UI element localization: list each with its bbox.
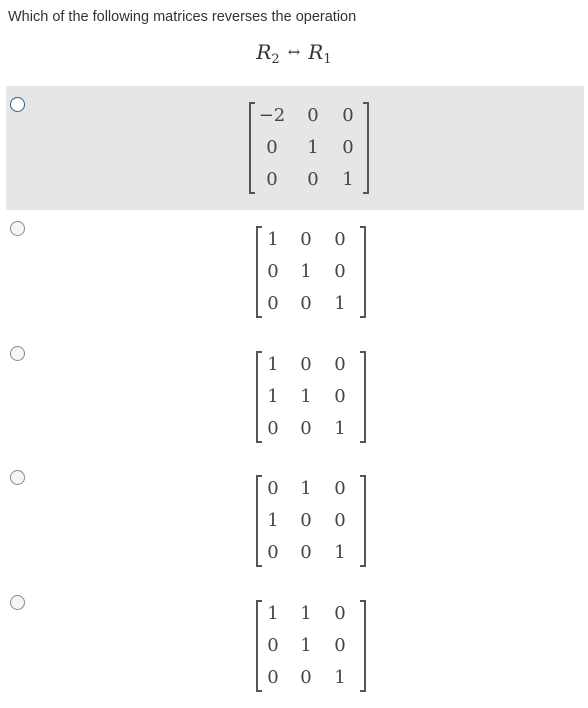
matrix: 110010001: [256, 598, 366, 696]
matrix-cell: 1: [334, 542, 346, 563]
radio-button[interactable]: [10, 470, 25, 485]
matrix-cell: 0: [267, 478, 279, 499]
matrix-cell: 0: [300, 542, 312, 563]
right-bracket: [360, 475, 366, 567]
matrix-cell: 1: [334, 293, 346, 314]
matrix-cell: 0: [266, 137, 278, 158]
matrix-cell: 1: [267, 229, 279, 250]
left-bracket: [249, 102, 255, 194]
matrix-cell: 0: [300, 354, 312, 375]
right-bracket: [360, 351, 366, 443]
matrix-cell: 0: [267, 667, 279, 688]
matrix-cell: 0: [300, 510, 312, 531]
matrix-cell: 0: [334, 386, 346, 407]
radio-button[interactable]: [10, 595, 25, 610]
matrix-cell: 0: [266, 169, 278, 190]
matrix-cell: 0: [267, 635, 279, 656]
matrix-cell: 0: [334, 261, 346, 282]
matrix-cell: 1: [267, 510, 279, 531]
matrix-cell: 0: [267, 293, 279, 314]
row-operation: R2 ↔ R1: [0, 40, 588, 67]
matrix-cell: 1: [300, 635, 312, 656]
matrix-cell: 0: [334, 354, 346, 375]
matrix-cell: 0: [334, 478, 346, 499]
matrix-cell: 1: [300, 261, 312, 282]
matrix-cell: 1: [300, 386, 312, 407]
answer-option[interactable]: 100110001: [6, 335, 584, 459]
matrix-cell: 0: [342, 137, 354, 158]
matrix-cell: 0: [334, 603, 346, 624]
matrix: 010100001: [256, 473, 366, 571]
answer-option[interactable]: 110010001: [6, 584, 584, 708]
swap-arrow-icon: ↔: [287, 43, 301, 61]
matrix-cell: 0: [342, 105, 354, 126]
matrix-cell: 0: [334, 510, 346, 531]
matrix-cell: 0: [300, 418, 312, 439]
operation-rhs-subscript: 1: [323, 52, 332, 67]
matrix-cell: 1: [267, 386, 279, 407]
answer-option[interactable]: 010100001: [6, 459, 584, 583]
matrix-cell: 1: [267, 354, 279, 375]
matrix-cell: 0: [267, 261, 279, 282]
matrix-cell: 0: [267, 418, 279, 439]
matrix-cell: 1: [342, 169, 354, 190]
answer-option[interactable]: −2 0 0 0 1 0 0 0 1: [6, 86, 584, 210]
question-text: Which of the following matrices reverses…: [8, 9, 357, 25]
matrix-cell: 1: [267, 603, 279, 624]
matrix-cell: 1: [300, 603, 312, 624]
right-bracket: [363, 102, 369, 194]
answer-option[interactable]: 100010001: [6, 210, 584, 334]
radio-button[interactable]: [10, 221, 25, 236]
operation-lhs-subscript: 2: [271, 52, 280, 67]
matrix-cell: 1: [300, 478, 312, 499]
matrix-cell: 0: [307, 105, 319, 126]
matrix-cell: 0: [267, 542, 279, 563]
matrix-cell: 0: [300, 293, 312, 314]
matrix: −2 0 0 0 1 0 0 0 1: [249, 100, 369, 198]
operation-lhs: R: [256, 40, 272, 64]
matrix-cell: 1: [307, 137, 319, 158]
matrix-cell: 0: [300, 667, 312, 688]
matrix: 100010001: [256, 224, 366, 322]
matrix: 100110001: [256, 349, 366, 447]
matrix-cell: 0: [334, 229, 346, 250]
radio-button[interactable]: [10, 97, 25, 112]
matrix-cell: 0: [307, 169, 319, 190]
matrix-cell: −2: [258, 105, 286, 126]
operation-rhs: R: [308, 40, 324, 64]
radio-button[interactable]: [10, 346, 25, 361]
matrix-cell: 1: [334, 667, 346, 688]
right-bracket: [360, 600, 366, 692]
right-bracket: [360, 226, 366, 318]
matrix-cell: 1: [334, 418, 346, 439]
matrix-cell: 0: [334, 635, 346, 656]
matrix-cell: 0: [300, 229, 312, 250]
